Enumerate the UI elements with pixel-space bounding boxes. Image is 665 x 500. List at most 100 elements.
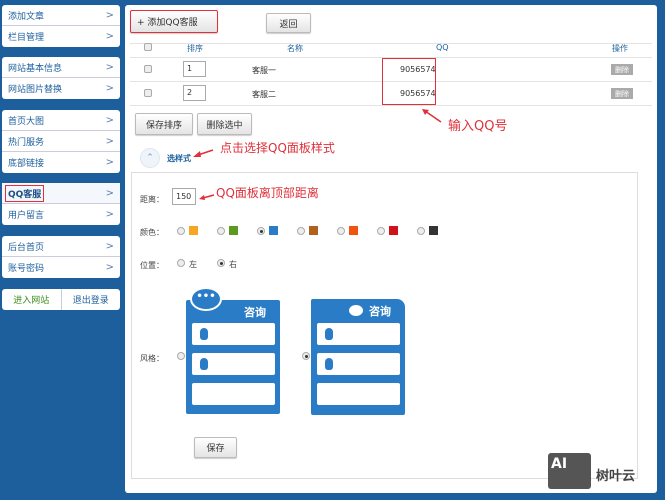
label: QQ客服 (5, 184, 45, 202)
style-2-radio[interactable] (302, 352, 310, 360)
distance-input[interactable]: 150 (172, 188, 196, 205)
chevron-right-icon: > (105, 31, 114, 42)
color-radio[interactable] (257, 227, 265, 235)
chevron-right-icon: > (105, 187, 114, 199)
sidebar-item-messages[interactable]: 用户留言 > (2, 204, 120, 225)
sidebar-group-1: 添加文章 > 栏目管理 > (2, 5, 120, 47)
header-order: 排序 (187, 44, 203, 53)
color-swatch (309, 226, 318, 235)
color-swatch (349, 226, 358, 235)
sidebar-item-category[interactable]: 栏目管理 > (2, 26, 120, 47)
sidebar-footer: 进入网站 退出登录 (2, 289, 120, 310)
chevron-right-icon: > (105, 240, 114, 252)
watermark-text: 树叶云 (596, 469, 636, 484)
chevron-right-icon: > (105, 135, 114, 147)
qq-slot (192, 323, 275, 345)
label: 账号密码 (8, 264, 45, 274)
qq-slot (317, 353, 400, 375)
logout-button[interactable]: 退出登录 (62, 289, 121, 310)
delete-button[interactable]: 删除 (611, 88, 633, 99)
qq-slot (192, 383, 275, 405)
chevron-right-icon: > (105, 9, 114, 21)
style-1-preview[interactable]: 咨询 (186, 300, 280, 414)
chevron-right-icon: > (105, 83, 114, 94)
chat-bubble-icon: ••• (190, 287, 222, 311)
position-label: 位置： (140, 261, 164, 270)
position-right-label: 右 (229, 260, 237, 269)
row-checkbox[interactable] (144, 89, 152, 97)
color-radio[interactable] (217, 227, 225, 235)
style-toggle-label[interactable]: 选样式 (167, 153, 191, 164)
select-all-checkbox[interactable] (144, 43, 152, 51)
color-label: 颜色： (140, 228, 164, 237)
style-2-preview[interactable]: 咨询 (311, 299, 405, 415)
panel-title: 咨询 (244, 306, 266, 319)
color-swatch (189, 226, 198, 235)
chevron-right-icon: > (105, 157, 114, 168)
color-radio[interactable] (417, 227, 425, 235)
header-actions: 操作 (612, 44, 628, 53)
color-swatch (229, 226, 238, 235)
chevron-up-icon[interactable]: ⌃ (140, 148, 160, 168)
sidebar-item-qq-service[interactable]: QQ客服 > (2, 183, 120, 204)
color-radio[interactable] (177, 227, 185, 235)
divider (130, 105, 652, 106)
sidebar-item-password[interactable]: 账号密码 > (2, 257, 120, 278)
sidebar-group-4: QQ客服 > 用户留言 > (2, 183, 120, 225)
position-left-label: 左 (189, 260, 197, 269)
sidebar-item-banner[interactable]: 首页大图 > (2, 110, 120, 131)
color-swatch (389, 226, 398, 235)
position-right-radio[interactable] (217, 259, 225, 267)
color-radio[interactable] (297, 227, 305, 235)
sidebar-item-site-images[interactable]: 网站图片替换 > (2, 78, 120, 99)
sidebar-item-add-article[interactable]: 添加文章 > (2, 5, 120, 26)
header-qq: QQ (436, 43, 449, 52)
label: 添加文章 (8, 11, 45, 22)
label: 热门服务 (8, 137, 45, 148)
sidebar-item-footer-links[interactable]: 底部链接 > (2, 152, 120, 173)
chat-icon (349, 305, 363, 316)
save-button[interactable]: 保存 (194, 437, 237, 458)
style-1-radio[interactable] (177, 352, 185, 360)
penguin-icon (325, 358, 333, 370)
annotation-distance: QQ面板离顶部距离 (216, 186, 319, 200)
arrow-icon (193, 149, 214, 157)
label: 栏目管理 (8, 33, 45, 43)
order-input[interactable]: 2 (183, 85, 206, 101)
color-swatch (429, 226, 438, 235)
color-radio[interactable] (337, 227, 345, 235)
add-qq-service-button[interactable]: + 添加QQ客服 (130, 10, 218, 33)
save-order-button[interactable]: 保存排序 (135, 113, 193, 135)
name-cell: 客服二 (252, 90, 276, 99)
color-swatch (269, 226, 278, 235)
chevron-right-icon: > (105, 114, 114, 126)
sidebar-group-5: 后台首页 > 账号密码 > (2, 236, 120, 278)
delete-selected-button[interactable]: 删除选中 (197, 113, 252, 135)
style-settings-panel: 距离： 150 QQ面板离顶部距离 颜色： 位置： 左 右 风格： 咨询 •••… (131, 172, 638, 479)
chevron-right-icon: > (105, 61, 114, 73)
delete-button[interactable]: 删除 (611, 64, 633, 75)
annotation-style: 点击选择QQ面板样式 (220, 141, 335, 155)
qq-slot (317, 323, 400, 345)
position-left-radio[interactable] (177, 259, 185, 267)
enter-site-button[interactable]: 进入网站 (2, 289, 62, 310)
annotation-qq: 输入QQ号 (448, 119, 508, 134)
penguin-icon (200, 328, 208, 340)
qq-highlight-box (382, 58, 436, 105)
label: 首页大图 (8, 116, 45, 127)
label: 网站图片替换 (8, 85, 63, 95)
sidebar-item-admin-home[interactable]: 后台首页 > (2, 236, 120, 257)
watermark-logo: AI (548, 453, 591, 489)
back-button[interactable]: 返回 (266, 13, 311, 33)
row-checkbox[interactable] (144, 65, 152, 73)
chevron-right-icon: > (105, 209, 114, 220)
sidebar-item-services[interactable]: 热门服务 > (2, 131, 120, 152)
divider (130, 43, 652, 44)
arrow-icon (199, 194, 215, 200)
sidebar-group-2: 网站基本信息 > 网站图片替换 > (2, 57, 120, 99)
color-radio[interactable] (377, 227, 385, 235)
label: 后台首页 (8, 242, 45, 253)
qq-slot (317, 383, 400, 405)
order-input[interactable]: 1 (183, 61, 206, 77)
sidebar-item-site-info[interactable]: 网站基本信息 > (2, 57, 120, 78)
